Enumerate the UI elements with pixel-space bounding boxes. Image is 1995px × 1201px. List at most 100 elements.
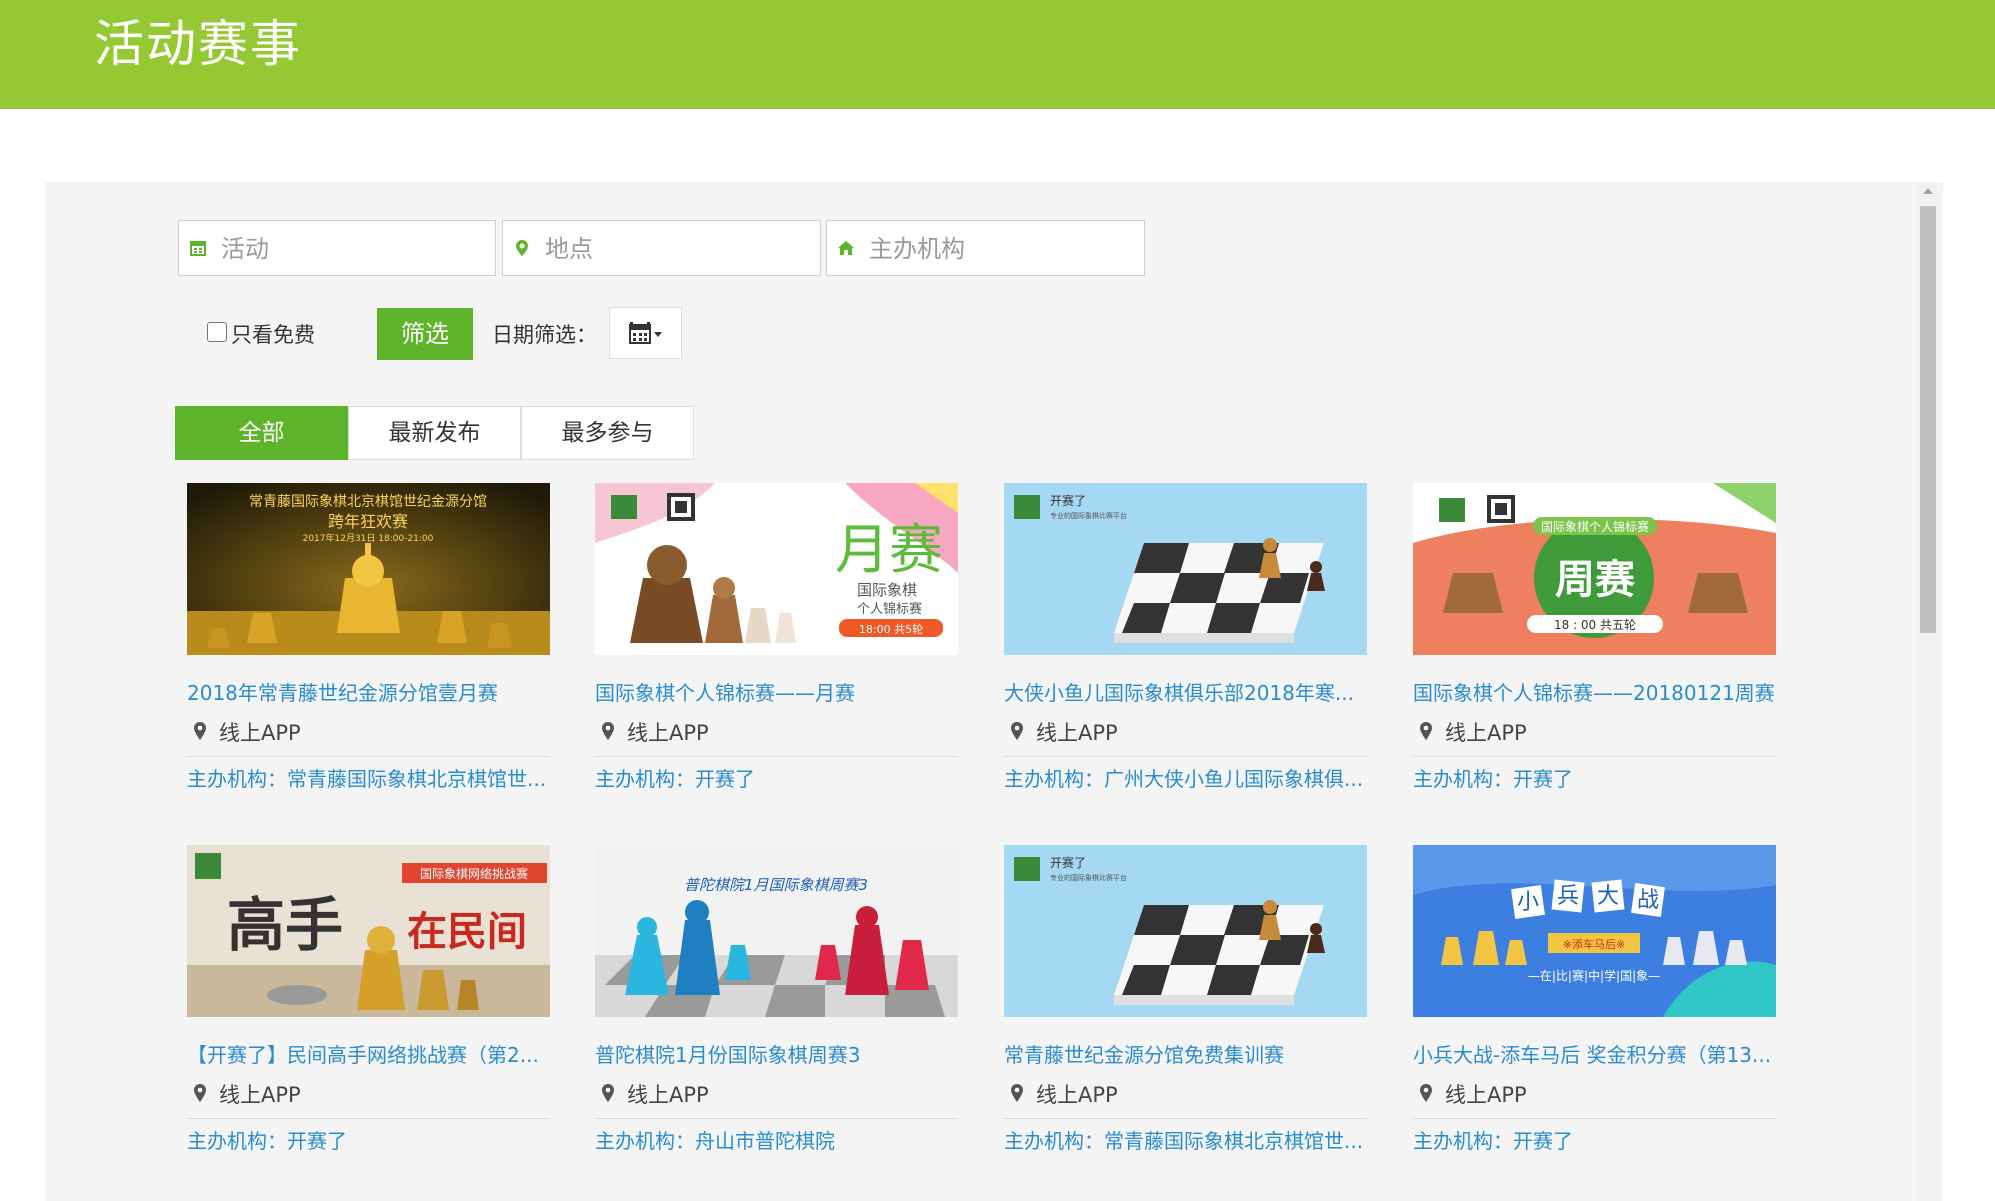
calendar-icon: [190, 241, 206, 256]
event-location-text: 线上APP: [219, 1083, 301, 1107]
location-pin-icon: [602, 1084, 614, 1102]
banner-text: 周赛: [1555, 557, 1636, 603]
home-icon: [838, 241, 854, 255]
banner-text: 专业的国际象棋比赛平台: [1050, 873, 1127, 882]
event-banner-image[interactable]: 开赛了 专业的国际象棋比赛平台: [1004, 483, 1367, 655]
banner-text: 高手: [227, 891, 343, 959]
activity-field: [178, 220, 496, 276]
event-title-link[interactable]: 常青藤世纪金源分馆免费集训赛: [1004, 1039, 1367, 1068]
event-banner-image[interactable]: 普陀棋院1月国际象棋周赛3: [595, 845, 958, 1017]
scroll-up-arrow-icon[interactable]: [1923, 188, 1933, 194]
banner-text: ※添车马后※: [1563, 937, 1625, 951]
event-location-text: 线上APP: [1036, 721, 1118, 745]
event-banner-image[interactable]: 国际象棋个人锦标赛 周赛 18 : 00 共五轮: [1413, 483, 1776, 655]
event-location-text: 线上APP: [219, 721, 301, 745]
banner-text: 2017年12月31日 18:00-21:00: [303, 532, 434, 544]
banner-text: 个人锦标赛: [857, 601, 922, 617]
location-pin-icon: [1011, 722, 1023, 740]
event-title-link[interactable]: 普陀棋院1月份国际象棋周赛3: [595, 1039, 958, 1068]
event-title-link[interactable]: 【开赛了】民间高手网络挑战赛（第2...: [187, 1039, 550, 1068]
event-organizer-link[interactable]: 主办机构：开赛了: [187, 1125, 550, 1154]
banner-text: 开赛了: [1050, 855, 1086, 870]
organizer-field: [826, 220, 1145, 276]
date-filter-button[interactable]: [609, 307, 682, 359]
divider: [595, 756, 958, 757]
event-title-link[interactable]: 国际象棋个人锦标赛——月赛: [595, 677, 958, 706]
banner-text: 小: [1517, 890, 1539, 915]
free-only-label: 只看免费: [231, 323, 315, 347]
page-title: 活动赛事: [94, 15, 302, 73]
activity-input[interactable]: [219, 229, 493, 269]
tab-newest[interactable]: 最新发布: [348, 406, 521, 460]
location-pin-icon: [194, 1084, 206, 1102]
banner-text: 国际象棋: [857, 581, 917, 599]
event-organizer-link[interactable]: 主办机构：常青藤国际象棋北京棋馆世...: [187, 763, 550, 792]
event-banner-image[interactable]: 常青藤国际象棋北京棋馆世纪金源分馆 跨年狂欢赛 2017年12月31日 18:0…: [187, 483, 550, 655]
divider: [595, 1118, 958, 1119]
divider: [1413, 756, 1776, 757]
banner-text: 大: [1597, 884, 1619, 909]
location-pin-icon: [602, 722, 614, 740]
banner-text: 普陀棋院1月国际象棋周赛3: [684, 876, 868, 894]
event-location: 线上APP: [187, 717, 550, 747]
event-organizer-link[interactable]: 主办机构：开赛了: [1413, 763, 1776, 792]
event-title-link[interactable]: 国际象棋个人锦标赛——20180121周赛: [1413, 677, 1776, 706]
divider: [1413, 1118, 1776, 1119]
event-location: 线上APP: [1413, 1079, 1776, 1109]
event-organizer-link[interactable]: 主办机构：广州大侠小鱼儿国际象棋俱...: [1004, 763, 1367, 792]
location-field: [502, 220, 821, 276]
event-title-link[interactable]: 2018年常青藤世纪金源分馆壹月赛: [187, 677, 550, 706]
event-location: 线上APP: [1004, 1079, 1367, 1109]
location-pin-icon: [1420, 1084, 1432, 1102]
banner-text: 18 : 00 共五轮: [1554, 618, 1636, 632]
scrollbar-thumb[interactable]: [1920, 206, 1936, 633]
event-organizer-link[interactable]: 主办机构：常青藤国际象棋北京棋馆世...: [1004, 1125, 1367, 1154]
event-location-text: 线上APP: [1036, 1083, 1118, 1107]
event-location-text: 线上APP: [627, 721, 709, 745]
event-title-link[interactable]: 小兵大战-添车马后 奖金积分赛（第13...: [1413, 1039, 1776, 1068]
event-location-text: 线上APP: [627, 1083, 709, 1107]
event-location: 线上APP: [595, 1079, 958, 1109]
event-banner-image[interactable]: 国际象棋网络挑战赛 高手 在民间: [187, 845, 550, 1017]
banner-text: 跨年狂欢赛: [328, 512, 408, 531]
location-pin-icon: [1011, 1084, 1023, 1102]
event-organizer-link[interactable]: 主办机构：开赛了: [595, 763, 958, 792]
event-location-text: 线上APP: [1445, 721, 1527, 745]
banner-text: —在|比|赛|中|学|国|象—: [1528, 968, 1660, 983]
divider: [187, 756, 550, 757]
banner-text: 专业的国际象棋比赛平台: [1050, 511, 1127, 520]
location-pin-icon: [1420, 722, 1432, 740]
banner-text: 兵: [1557, 884, 1579, 909]
divider: [1004, 1118, 1367, 1119]
event-location: 线上APP: [1413, 717, 1776, 747]
banner-text: 开赛了: [1050, 493, 1086, 508]
organizer-input[interactable]: [867, 229, 1141, 269]
banner-text: 战: [1637, 888, 1659, 913]
event-location-text: 线上APP: [1445, 1083, 1527, 1107]
event-organizer-link[interactable]: 主办机构：舟山市普陀棋院: [595, 1125, 958, 1154]
banner-text: 国际象棋个人锦标赛: [1541, 519, 1649, 534]
banner-text: 18:00 共5轮: [859, 622, 923, 636]
free-only-checkbox[interactable]: [207, 322, 227, 342]
map-marker-icon: [516, 240, 528, 256]
divider: [187, 1118, 550, 1119]
event-banner-image[interactable]: 开赛了 专业的国际象棋比赛平台: [1004, 845, 1367, 1017]
tab-most-joined[interactable]: 最多参与: [521, 406, 694, 460]
event-organizer-link[interactable]: 主办机构：开赛了: [1413, 1125, 1776, 1154]
filter-button[interactable]: 筛选: [377, 308, 473, 360]
calendar-dropdown-icon: [629, 322, 662, 344]
location-input[interactable]: [543, 229, 817, 269]
event-title-link[interactable]: 大侠小鱼儿国际象棋俱乐部2018年寒...: [1004, 677, 1367, 706]
divider: [1004, 756, 1367, 757]
event-location: 线上APP: [1004, 717, 1367, 747]
tab-all[interactable]: 全部: [175, 406, 348, 460]
location-pin-icon: [194, 722, 206, 740]
event-location: 线上APP: [187, 1079, 550, 1109]
event-banner-image[interactable]: 月赛 国际象棋 个人锦标赛 18:00 共5轮: [595, 483, 958, 655]
banner-text: 国际象棋网络挑战赛: [420, 866, 528, 881]
date-filter-label: 日期筛选：: [492, 323, 597, 347]
event-banner-image[interactable]: 小 兵 大 战 ※添车马后※ —在|比|赛|中|学|国|象—: [1413, 845, 1776, 1017]
banner-text: 月赛: [835, 518, 943, 581]
banner-text: 在民间: [407, 908, 527, 955]
header-bar: 活动赛事: [0, 0, 1995, 109]
